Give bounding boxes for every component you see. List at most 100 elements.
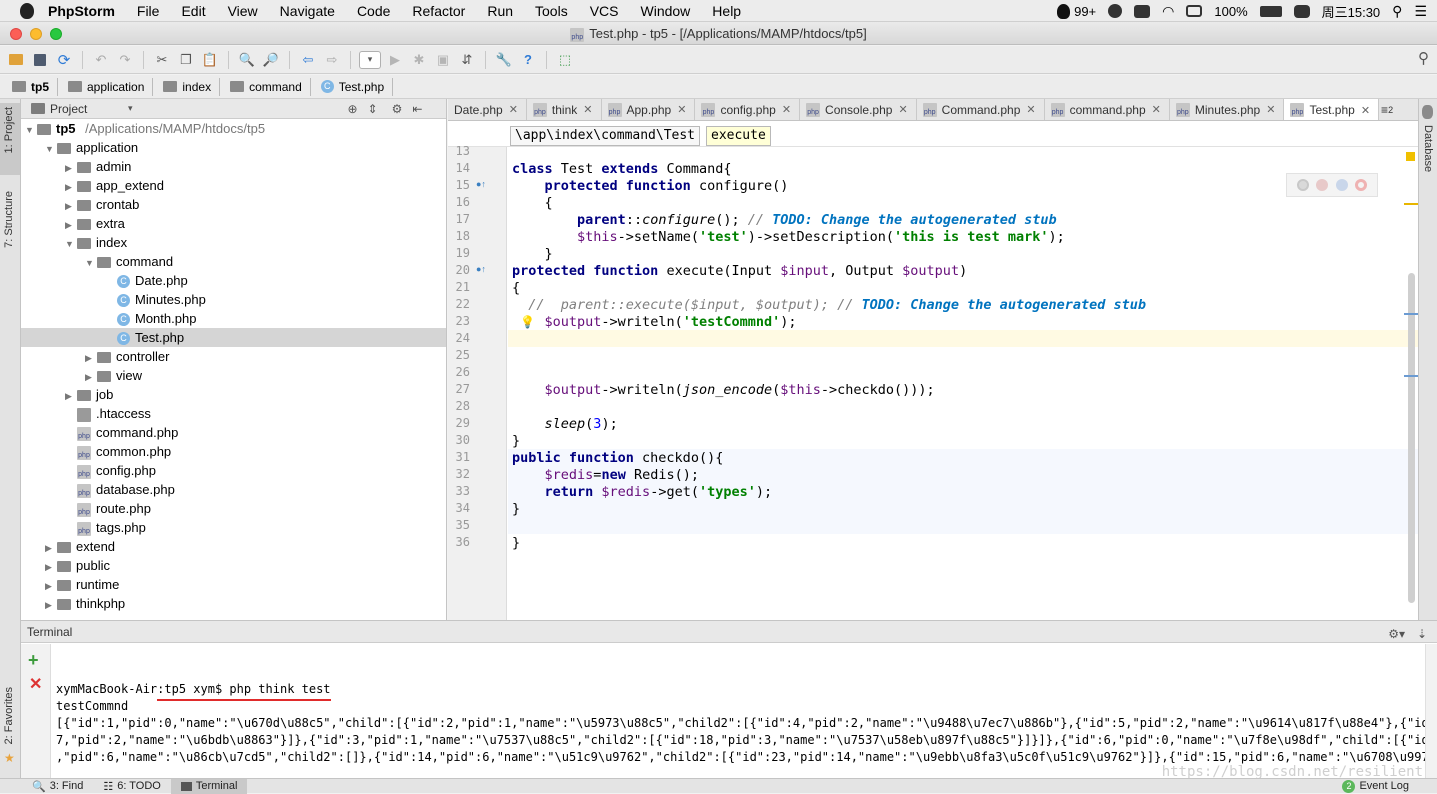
tree-item[interactable]: ▶ public xyxy=(21,556,446,575)
nav-crumb-test-php[interactable]: C Test.php xyxy=(317,77,394,96)
replace-icon[interactable]: 🔎 xyxy=(261,50,281,70)
gear-icon[interactable]: ⚙ xyxy=(392,102,403,116)
tree-item[interactable]: ▼ application xyxy=(21,138,446,157)
close-icon[interactable]: ✕ xyxy=(1152,103,1161,116)
override-marker-icon[interactable]: ●↑ xyxy=(476,264,486,274)
tab-date-php[interactable]: Date.php ✕ xyxy=(448,99,527,120)
run-icon[interactable]: ▶ xyxy=(385,50,405,70)
menu-edit[interactable]: Edit xyxy=(181,3,205,19)
tree-item[interactable]: ▶ crontab xyxy=(21,195,446,214)
tab-console-php[interactable]: php Console.php ✕ xyxy=(800,99,917,120)
tree-item[interactable]: ▶ extend xyxy=(21,537,446,556)
apple-icon[interactable] xyxy=(20,2,34,19)
code-editor[interactable]: \app\index\command\Test execute 13 14 15 16… xyxy=(448,121,1418,620)
close-icon[interactable]: ✕ xyxy=(782,103,791,116)
override-marker-icon[interactable]: ●↑ xyxy=(476,179,486,189)
close-icon[interactable]: ✕ xyxy=(1361,104,1370,117)
collapse-all-icon[interactable]: ⇕ xyxy=(368,102,378,116)
wifi-icon[interactable]: ◠ xyxy=(1162,3,1174,20)
gear-icon[interactable]: ⚙▾ xyxy=(1388,623,1405,645)
close-icon[interactable]: ✕ xyxy=(583,103,592,116)
tree-item[interactable]: ▶ extra xyxy=(21,214,446,233)
error-stripe-mark[interactable] xyxy=(1404,375,1418,377)
tree-item[interactable]: ▶ thinkphp xyxy=(21,594,446,613)
synchronize-icon[interactable]: ⟳ xyxy=(54,50,74,70)
menu-code[interactable]: Code xyxy=(357,3,390,19)
structure-tool-tab-label[interactable]: 7: Structure xyxy=(3,191,15,248)
battery-icon[interactable] xyxy=(1259,5,1282,17)
undo-icon[interactable]: ↶ xyxy=(91,50,111,70)
tab-think[interactable]: php think ✕ xyxy=(527,99,602,120)
spotlight-search-icon[interactable]: ⚲ xyxy=(1392,3,1402,20)
tree-item[interactable]: php command.php xyxy=(21,423,446,442)
menu-run[interactable]: Run xyxy=(487,3,513,19)
paste-icon[interactable]: 📋 xyxy=(200,50,220,70)
tab-test-php[interactable]: php Test.php ✕ xyxy=(1284,99,1380,120)
nav-crumb-application[interactable]: application xyxy=(64,77,154,96)
tree-item[interactable]: php tags.php xyxy=(21,518,446,537)
tree-item[interactable]: php config.php xyxy=(21,461,446,480)
tree-item[interactable]: C Date.php xyxy=(21,271,446,290)
tree-item[interactable]: ▶ view xyxy=(21,366,446,385)
zoom-window-button[interactable] xyxy=(50,28,62,40)
tabs-overflow-menu[interactable]: ≡ 2 xyxy=(1379,99,1395,120)
menu-file[interactable]: File xyxy=(137,3,160,19)
project-view-selector[interactable]: Project xyxy=(50,102,130,116)
help-icon[interactable]: ? xyxy=(518,50,538,70)
editor-scrollbar[interactable] xyxy=(1408,273,1415,603)
menu-help[interactable]: Help xyxy=(712,3,741,19)
forward-icon[interactable]: ⇨ xyxy=(322,50,342,70)
error-stripe-mark[interactable] xyxy=(1404,313,1418,315)
tab-config-php[interactable]: php config.php ✕ xyxy=(695,99,801,120)
tree-item[interactable]: C Month.php xyxy=(21,309,446,328)
tab-command-class-php[interactable]: php Command.php ✕ xyxy=(917,99,1045,120)
firefox-icon[interactable] xyxy=(1316,179,1329,191)
minimize-window-button[interactable] xyxy=(30,28,42,40)
scroll-from-source-icon[interactable]: ⊕ xyxy=(348,102,358,116)
notification-center-icon[interactable]: ☰ xyxy=(1414,3,1427,20)
tree-item[interactable]: ▶ admin xyxy=(21,157,446,176)
tree-item[interactable]: php database.php xyxy=(21,480,446,499)
tree-item[interactable]: ▼ command xyxy=(21,252,446,271)
close-icon[interactable]: ✕ xyxy=(1026,103,1035,116)
analysis-status-marker[interactable] xyxy=(1406,152,1415,161)
breadcrumb-namespace[interactable]: \app\index\command\Test xyxy=(510,126,701,146)
menu-view[interactable]: View xyxy=(228,3,258,19)
close-icon[interactable]: ✕ xyxy=(509,103,518,116)
tab-command-php[interactable]: php command.php ✕ xyxy=(1045,99,1170,120)
nav-crumb-command[interactable]: command xyxy=(226,77,311,96)
menu-tools[interactable]: Tools xyxy=(535,3,568,19)
tree-item[interactable]: C Test.php xyxy=(21,328,446,347)
tree-item[interactable]: php route.php xyxy=(21,499,446,518)
tree-root[interactable]: ▼ tp5 /Applications/MAMP/htdocs/tp5 xyxy=(21,119,446,138)
collapsed-arrow-icon[interactable]: ▶ xyxy=(45,596,57,615)
tree-item[interactable]: php common.php xyxy=(21,442,446,461)
tree-item[interactable]: ▶ app_extend xyxy=(21,176,446,195)
nav-crumb-index[interactable]: index xyxy=(159,77,221,96)
clock[interactable]: 周三15:30 xyxy=(1322,2,1381,21)
cut-icon[interactable]: ✂ xyxy=(152,50,172,70)
event-log-button[interactable]: 2 Event Log xyxy=(1332,779,1419,794)
qq-icon[interactable] xyxy=(1057,3,1071,19)
todo-tool-button[interactable]: ☷ 6: TODO xyxy=(93,779,170,794)
safari-icon[interactable] xyxy=(1335,179,1348,191)
tree-item[interactable]: .htaccess xyxy=(21,404,446,423)
menu-vcs[interactable]: VCS xyxy=(590,3,619,19)
tree-item[interactable]: C Minutes.php xyxy=(21,290,446,309)
tree-item[interactable]: ▶ job xyxy=(21,385,446,404)
close-icon[interactable]: ✕ xyxy=(898,103,907,116)
tab-minutes-php[interactable]: php Minutes.php ✕ xyxy=(1170,99,1285,120)
tree-item[interactable]: ▶ runtime xyxy=(21,575,446,594)
settings-wrench-icon[interactable]: 🔧 xyxy=(494,50,514,70)
save-all-icon[interactable] xyxy=(30,50,50,70)
hide-panel-icon[interactable]: ⇣ xyxy=(1417,623,1427,645)
database-tool-tab-label[interactable]: Database xyxy=(1422,125,1434,172)
terminal-scrollbar[interactable] xyxy=(1425,644,1437,779)
coverage-icon[interactable]: ▣ xyxy=(433,50,453,70)
vcs-icon[interactable]: ⇵ xyxy=(457,50,477,70)
new-session-icon[interactable]: + xyxy=(28,650,39,671)
search-everywhere-icon[interactable]: ⚲ xyxy=(1418,49,1429,67)
back-icon[interactable]: ⇦ xyxy=(298,50,318,70)
error-stripe-mark[interactable] xyxy=(1404,203,1418,205)
chrome-icon[interactable] xyxy=(1296,179,1309,191)
